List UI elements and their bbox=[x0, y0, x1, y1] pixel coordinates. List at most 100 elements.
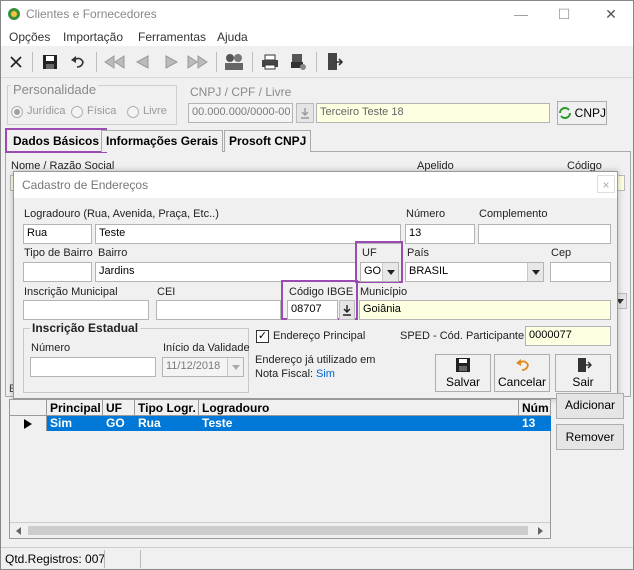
close-icon[interactable] bbox=[5, 51, 27, 73]
status-divider bbox=[140, 550, 141, 568]
scroll-left-icon[interactable] bbox=[10, 523, 26, 538]
prev-icon[interactable] bbox=[131, 51, 153, 73]
sped-field[interactable]: 0000077 bbox=[525, 326, 611, 346]
tab-prosoft-cnpj[interactable]: Prosoft CNPJ bbox=[224, 130, 312, 152]
exit-icon[interactable] bbox=[323, 51, 345, 73]
cep-label: Cep bbox=[551, 247, 572, 259]
chevron-down-icon bbox=[527, 263, 543, 281]
ie-numero-field[interactable] bbox=[30, 357, 156, 377]
save-icon[interactable] bbox=[39, 51, 61, 73]
numero-field[interactable]: 13 bbox=[405, 224, 475, 244]
municipio-field[interactable]: Goiânia bbox=[359, 300, 611, 320]
refresh-icon bbox=[559, 107, 571, 119]
status-bar: Qtd.Registros: 007 bbox=[1, 547, 633, 569]
municipio-label: Município bbox=[360, 286, 408, 298]
cell-tipo: Rua bbox=[138, 416, 161, 430]
insc-municipal-field[interactable] bbox=[23, 300, 149, 320]
col-tipo-logr[interactable]: Tipo Logr. bbox=[135, 400, 199, 416]
scroll-thumb[interactable] bbox=[28, 526, 528, 535]
uf-value: GO bbox=[364, 265, 382, 277]
maximize-button[interactable]: ☐ bbox=[554, 5, 574, 23]
nf-value: Sim bbox=[316, 368, 335, 380]
title-bar: Clientes e Fornecedores — ☐ ✕ bbox=[1, 1, 633, 28]
remover-button[interactable]: Remover bbox=[556, 424, 624, 450]
cell-numero: 13 bbox=[522, 416, 536, 430]
dialog-title: Cadastro de Endereços bbox=[22, 178, 149, 192]
col-logradouro[interactable]: Logradouro bbox=[199, 400, 519, 416]
salvar-button[interactable]: Salvar bbox=[435, 354, 491, 392]
tab-dados-basicos[interactable]: Dados Básicos bbox=[5, 128, 108, 153]
close-button[interactable]: ✕ bbox=[601, 5, 621, 23]
pais-label: País bbox=[407, 247, 430, 259]
uf-select[interactable]: GO bbox=[360, 262, 399, 282]
chevron-down-icon bbox=[227, 358, 243, 376]
print-settings-icon[interactable] bbox=[287, 51, 309, 73]
radio-livre-label: Livre bbox=[143, 105, 167, 117]
address-grid: Principal UF Tipo Logr. Logradouro Núm S… bbox=[9, 399, 551, 539]
print-icon[interactable] bbox=[259, 51, 281, 73]
menu-ferramentas[interactable]: Ferramentas bbox=[138, 30, 206, 44]
cancelar-button[interactable]: Cancelar bbox=[494, 354, 550, 392]
menu-ajuda[interactable]: Ajuda bbox=[217, 30, 248, 44]
last-icon[interactable] bbox=[187, 51, 209, 73]
cell-uf: GO bbox=[106, 416, 125, 430]
radio-juridica-label: Jurídica bbox=[27, 105, 66, 117]
cell-principal: Sim bbox=[50, 416, 73, 430]
radio-fisica[interactable] bbox=[71, 106, 83, 118]
pais-select[interactable]: BRASIL bbox=[405, 262, 544, 282]
cep-field[interactable] bbox=[550, 262, 611, 282]
nf-note-line2: Nota Fiscal: bbox=[255, 368, 314, 380]
ibge-label: Código IBGE bbox=[289, 286, 354, 298]
table-row[interactable]: Sim GO Rua Teste 13 bbox=[47, 416, 551, 431]
radio-livre[interactable] bbox=[127, 106, 139, 118]
next-icon[interactable] bbox=[161, 51, 183, 73]
ie-inicio-value: 11/12/2018 bbox=[166, 360, 221, 372]
insc-municipal-label: Inscrição Municipal bbox=[24, 286, 118, 298]
ibge-lookup-icon[interactable] bbox=[339, 300, 355, 320]
tipo-bairro-label: Tipo de Bairro bbox=[24, 247, 93, 259]
undo-icon[interactable] bbox=[67, 51, 89, 73]
cnpj-button[interactable]: CNPJ bbox=[557, 101, 607, 125]
dialog-close-button[interactable]: × bbox=[597, 175, 615, 193]
bairro-field[interactable]: Jardins bbox=[95, 262, 357, 282]
chevron-down-icon bbox=[382, 263, 398, 281]
tab-informacoes-gerais[interactable]: Informações Gerais bbox=[101, 130, 224, 152]
cell-logradouro: Teste bbox=[202, 416, 233, 430]
col-uf[interactable]: UF bbox=[103, 400, 135, 416]
download-icon[interactable] bbox=[296, 103, 314, 123]
cnpj-field[interactable]: 00.000.000/0000-00 bbox=[188, 103, 293, 123]
sped-label: SPED - Cód. Participante: bbox=[400, 330, 528, 342]
cei-field[interactable] bbox=[156, 300, 281, 320]
sair-button[interactable]: Sair bbox=[555, 354, 611, 392]
tipo-bairro-field[interactable] bbox=[23, 262, 92, 282]
tipo-logr-field[interactable]: Rua bbox=[23, 224, 92, 244]
adicionar-button[interactable]: Adicionar bbox=[556, 393, 624, 419]
ibge-field[interactable]: 08707 bbox=[287, 300, 338, 320]
menu-importacao[interactable]: Importação bbox=[63, 30, 123, 44]
undo-icon bbox=[516, 359, 529, 371]
bairro-label: Bairro bbox=[98, 247, 128, 259]
dialog-title-bar: Cadastro de Endereços × bbox=[14, 172, 617, 198]
main-window: Clientes e Fornecedores — ☐ ✕ Opções Imp… bbox=[0, 0, 634, 570]
save-icon bbox=[456, 358, 470, 372]
toolbar bbox=[1, 46, 633, 78]
name-field[interactable]: Terceiro Teste 18 bbox=[316, 103, 550, 123]
row-indicator-icon[interactable] bbox=[10, 416, 47, 431]
cnpj-button-label: CNPJ bbox=[574, 106, 606, 120]
complemento-field[interactable] bbox=[478, 224, 611, 244]
minimize-button[interactable]: — bbox=[511, 5, 531, 23]
ie-inicio-field[interactable]: 11/12/2018 bbox=[162, 357, 244, 377]
codigo-field-edge bbox=[617, 175, 625, 191]
radio-juridica[interactable] bbox=[11, 106, 23, 118]
endereco-principal-label: Endereço Principal bbox=[273, 330, 366, 342]
col-principal[interactable]: Principal bbox=[47, 400, 103, 416]
endereco-principal-checkbox[interactable]: ✓ bbox=[256, 330, 269, 343]
search-people-icon[interactable] bbox=[223, 51, 245, 73]
menu-opcoes[interactable]: Opções bbox=[9, 30, 50, 44]
col-numero[interactable]: Núm bbox=[519, 400, 551, 416]
horizontal-scrollbar[interactable] bbox=[10, 522, 550, 538]
first-icon[interactable] bbox=[103, 51, 125, 73]
scroll-right-icon[interactable] bbox=[532, 523, 548, 538]
ie-inicio-label: Início da Validade bbox=[163, 342, 250, 354]
personalidade-label: Personalidade bbox=[11, 82, 99, 97]
